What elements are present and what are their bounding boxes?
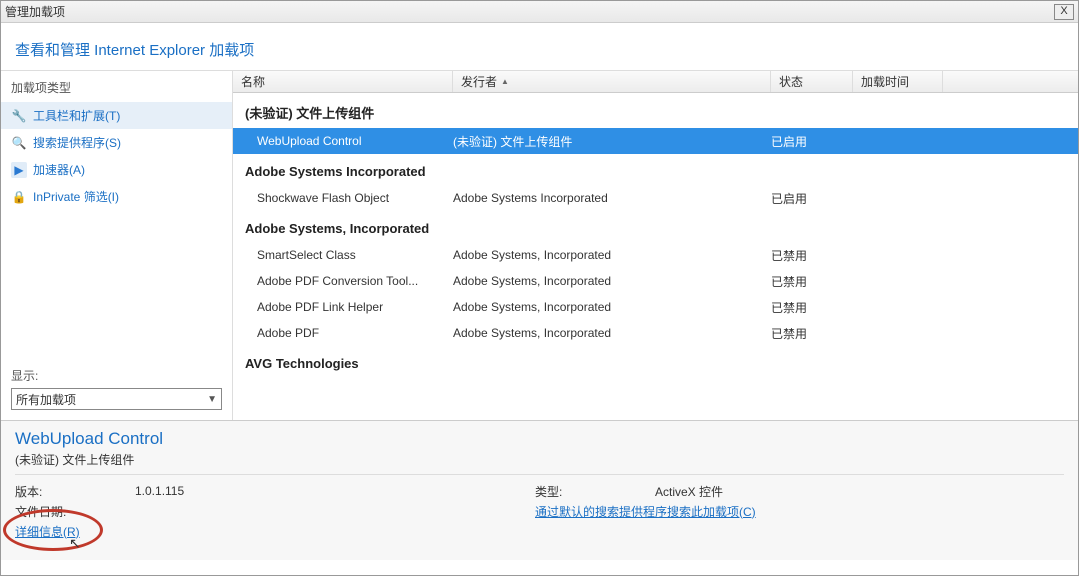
cell-name: Shockwave Flash Object [237, 191, 453, 205]
sidebar-item-inprivate[interactable]: 🔒 InPrivate 筛选(I) [1, 183, 232, 210]
more-info-link[interactable]: 详细信息(R) [15, 525, 80, 539]
cell-publisher: Adobe Systems, Incorporated [453, 326, 771, 340]
version-value: 1.0.1.115 [135, 484, 184, 498]
titlebar: 管理加载项 X [1, 1, 1078, 23]
cell-status: 已禁用 [771, 299, 853, 316]
gear-icon: 🔧 [11, 108, 27, 124]
col-header-loadtime[interactable]: 加载时间 [853, 71, 943, 92]
cell-name: Adobe PDF Conversion Tool... [237, 274, 453, 288]
type-label: 类型: [535, 483, 655, 500]
details-left: 版本: 1.0.1.115 文件日期: 详细信息(R) ↖ [15, 481, 535, 541]
col-header-publisher[interactable]: 发行者▲ [453, 71, 771, 92]
column-headers: 名称 发行者▲ 状态 加载时间 [233, 71, 1078, 93]
show-label: 显示: [11, 367, 222, 384]
sidebar-item-search-providers[interactable]: 🔍 搜索提供程序(S) [1, 129, 232, 156]
dropdown-value: 所有加载项 [16, 391, 76, 408]
cell-status: 已启用 [771, 133, 853, 150]
details-subtitle: (未验证) 文件上传组件 [15, 451, 1064, 475]
dialog-header: 查看和管理 Internet Explorer 加载项 [1, 23, 1078, 70]
sidebar-item-accelerators[interactable]: ▶ 加速器(A) [1, 156, 232, 183]
cell-name: Adobe PDF [237, 326, 453, 340]
group-header: Adobe Systems, Incorporated [233, 211, 1078, 242]
sort-asc-icon: ▲ [501, 77, 509, 86]
table-row[interactable]: Shockwave Flash Object Adobe Systems Inc… [233, 185, 1078, 211]
table-row[interactable]: Adobe PDF Link Helper Adobe Systems, Inc… [233, 294, 1078, 320]
close-button[interactable]: X [1054, 4, 1074, 20]
group-header: Adobe Systems Incorporated [233, 154, 1078, 185]
cell-publisher: Adobe Systems, Incorporated [453, 248, 771, 262]
table-row[interactable]: Adobe PDF Conversion Tool... Adobe Syste… [233, 268, 1078, 294]
file-date-label: 文件日期: [15, 503, 135, 520]
accelerator-icon: ▶ [11, 162, 27, 178]
sidebar-item-label: 搜索提供程序(S) [33, 134, 121, 151]
col-header-name[interactable]: 名称 [233, 71, 453, 92]
cell-publisher: Adobe Systems, Incorporated [453, 274, 771, 288]
sidebar-item-label: InPrivate 筛选(I) [33, 188, 119, 205]
cell-status: 已启用 [771, 190, 853, 207]
chevron-down-icon: ▼ [207, 394, 217, 405]
search-icon: 🔍 [11, 135, 27, 151]
details-right: 类型: ActiveX 控件 通过默认的搜索提供程序搜索此加载项(C) [535, 481, 1064, 541]
addon-type-label: 加载项类型 [1, 71, 232, 102]
cell-publisher: Adobe Systems Incorporated [453, 191, 771, 205]
details-title: WebUpload Control [15, 429, 1064, 449]
table-row[interactable]: SmartSelect Class Adobe Systems, Incorpo… [233, 242, 1078, 268]
cell-publisher: (未验证) 文件上传组件 [453, 133, 771, 150]
sidebar-bottom: 显示: 所有加载项 ▼ [1, 361, 232, 420]
lock-icon: 🔒 [11, 189, 27, 205]
main-area: 加载项类型 🔧 工具栏和扩展(T) 🔍 搜索提供程序(S) ▶ 加速器(A) 🔒… [1, 70, 1078, 420]
table-row[interactable]: WebUpload Control (未验证) 文件上传组件 已启用 [233, 128, 1078, 154]
sidebar: 加载项类型 🔧 工具栏和扩展(T) 🔍 搜索提供程序(S) ▶ 加速器(A) 🔒… [1, 71, 233, 420]
version-label: 版本: [15, 483, 135, 500]
group-header: (未验证) 文件上传组件 [233, 93, 1078, 128]
cell-name: Adobe PDF Link Helper [237, 300, 453, 314]
details-pane: WebUpload Control (未验证) 文件上传组件 版本: 1.0.1… [1, 420, 1078, 560]
cell-status: 已禁用 [771, 273, 853, 290]
window-title: 管理加载项 [5, 3, 1054, 20]
sidebar-item-toolbars[interactable]: 🔧 工具栏和扩展(T) [1, 102, 232, 129]
cell-name: SmartSelect Class [237, 248, 453, 262]
details-body: 版本: 1.0.1.115 文件日期: 详细信息(R) ↖ 类型: Active… [15, 481, 1064, 541]
type-value: ActiveX 控件 [655, 483, 723, 500]
header-heading: 查看和管理 Internet Explorer 加载项 [15, 42, 254, 59]
table-row[interactable]: Adobe PDF Adobe Systems, Incorporated 已禁… [233, 320, 1078, 346]
search-provider-link[interactable]: 通过默认的搜索提供程序搜索此加载项(C) [535, 503, 756, 520]
cell-status: 已禁用 [771, 325, 853, 342]
group-header: AVG Technologies [233, 346, 1078, 377]
sidebar-items: 🔧 工具栏和扩展(T) 🔍 搜索提供程序(S) ▶ 加速器(A) 🔒 InPri… [1, 102, 232, 361]
cell-status: 已禁用 [771, 247, 853, 264]
cell-name: WebUpload Control [237, 134, 453, 148]
sidebar-item-label: 加速器(A) [33, 161, 85, 178]
col-header-status[interactable]: 状态 [771, 71, 853, 92]
cell-publisher: Adobe Systems, Incorporated [453, 300, 771, 314]
addon-list: 名称 发行者▲ 状态 加载时间 (未验证) 文件上传组件 WebUpload C… [233, 71, 1078, 420]
show-dropdown[interactable]: 所有加载项 ▼ [11, 388, 222, 410]
sidebar-item-label: 工具栏和扩展(T) [33, 107, 120, 124]
